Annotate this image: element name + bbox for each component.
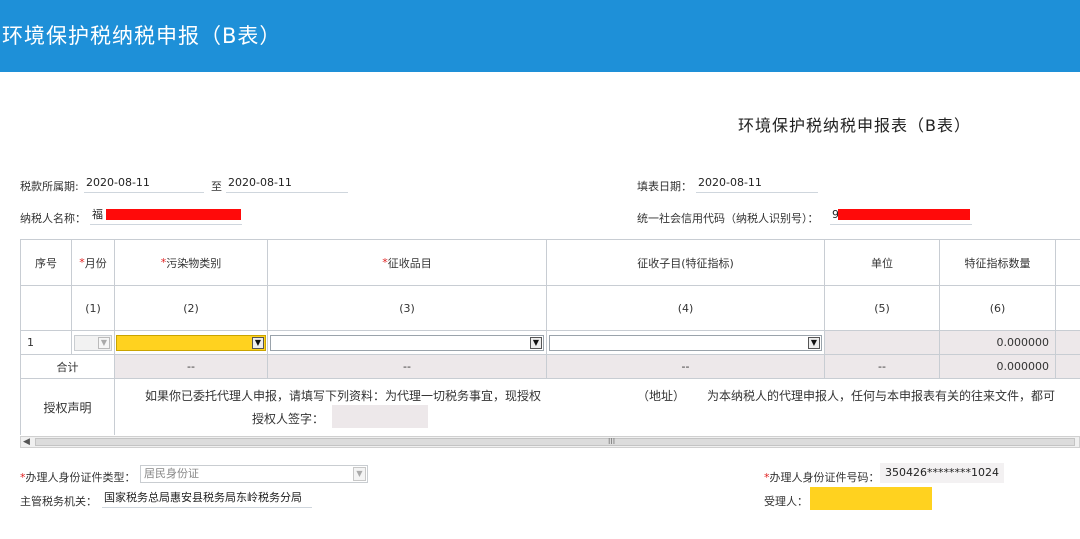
colnum-overflow (1056, 286, 1080, 331)
header-sub-item: 征收子目(特征指标) (547, 240, 825, 286)
header-overflow (1056, 240, 1080, 286)
chevron-down-icon: ▼ (252, 337, 264, 349)
header-month: * 月份 (72, 240, 115, 286)
header-quantity: 特征指标数量 (940, 240, 1056, 286)
period-end-field[interactable]: 2020-08-11 (226, 175, 348, 193)
header-unit: 单位 (825, 240, 940, 286)
chevron-down-icon: ▼ (808, 337, 820, 349)
id-type-select[interactable]: 居民身份证 ▼ (140, 465, 368, 483)
month-select[interactable]: ▼ (74, 335, 112, 351)
colnum-2: (2) (115, 286, 268, 331)
colnum-1: (1) (72, 286, 115, 331)
receiver-label: 受理人： (764, 495, 808, 508)
pollutant-type-select[interactable]: ▼ (116, 335, 266, 351)
auth-text-1: 如果你已委托代理人申报，请填写下列资料：为代理一切税务事宜，现授权 (145, 389, 542, 403)
scroll-grip: III (608, 437, 616, 446)
tax-item-select[interactable]: ▼ (270, 335, 544, 351)
id-type-label: *办理人身份证件类型： (20, 471, 136, 484)
row1-month-cell: ▼ (72, 331, 115, 355)
page-title: 环境保护税纳税申报（B表） (2, 24, 282, 48)
auth-text-2: 为本纳税人的代理申报人，任何与本申报表有关的往来文件，都可 (707, 389, 1056, 403)
tax-office-field: 国家税务总局惠安县税务局东岭税务分局 (102, 490, 312, 508)
total-label: 合计 (21, 355, 115, 379)
sub-item-select[interactable]: ▼ (549, 335, 822, 351)
header-pollutant-type: * 污染物类别 (115, 240, 268, 286)
auth-sign-label: 授权人签字： (252, 412, 325, 426)
colnum-6: (6) (940, 286, 1056, 331)
row1-sub-item-cell: ▼ (547, 331, 825, 355)
chevron-down-icon: ▼ (98, 337, 110, 349)
header-bar: 环境保护税纳税申报（B表） (0, 0, 1080, 72)
period-label: 税款所属期: (20, 180, 79, 193)
scroll-thumb[interactable]: III (35, 437, 1075, 446)
credit-code-label: 统一社会信用代码（纳税人识别号）： (637, 212, 819, 225)
form-title: 环境保护税纳税申报表（B表） (738, 116, 971, 135)
auth-sign-input[interactable] (332, 405, 428, 428)
total-c5: -- (825, 355, 940, 379)
colnum-5: (5) (825, 286, 940, 331)
row1-tax-item-cell: ▼ (268, 331, 547, 355)
redaction-taxpayer-name (106, 209, 241, 220)
total-c2: -- (115, 355, 268, 379)
colnum-4: (4) (547, 286, 825, 331)
row1-pollutant-cell: ▼ (115, 331, 268, 355)
taxpayer-name-label: 纳税人名称： (20, 212, 86, 225)
row1-seq: 1 (21, 331, 72, 355)
total-c4: -- (547, 355, 825, 379)
header-seq: 序号 (21, 240, 72, 286)
auth-text-address: （地址） (637, 389, 686, 403)
receiver-field[interactable] (810, 487, 932, 510)
period-to-label: 至 (211, 180, 222, 193)
taxpayer-name-visible: 福 (92, 208, 103, 221)
chevron-down-icon: ▼ (530, 337, 542, 349)
declaration-table: 序号 * 月份 * 污染物类别 * 征收品目 征收子目(特征指标) 单位 特征指标数量… (20, 239, 1080, 435)
colnum-0 (21, 286, 72, 331)
period-start-field[interactable]: 2020-08-11 (84, 175, 204, 193)
fill-date-field[interactable]: 2020-08-11 (696, 175, 818, 193)
colnum-3: (3) (268, 286, 547, 331)
fill-date-label: 填表日期： (637, 180, 692, 193)
total-c3: -- (268, 355, 547, 379)
row1-unit (825, 331, 940, 355)
horizontal-scrollbar[interactable]: ◀ III (20, 436, 1080, 448)
id-number-field[interactable]: 350426********1024 (880, 463, 1004, 483)
total-overflow (1056, 355, 1080, 379)
scroll-left-icon[interactable]: ◀ (23, 437, 30, 447)
auth-label: 授权声明 (21, 379, 115, 435)
redaction-credit-code (838, 209, 970, 220)
row1-quantity: 0.000000 (940, 331, 1056, 355)
row1-overflow (1056, 331, 1080, 355)
tax-office-label: 主管税务机关： (20, 495, 97, 508)
total-quantity: 0.000000 (940, 355, 1056, 379)
chevron-down-icon: ▼ (353, 467, 366, 481)
header-tax-item: * 征收品目 (268, 240, 547, 286)
id-number-label: *办理人身份证件号码： (764, 471, 880, 484)
